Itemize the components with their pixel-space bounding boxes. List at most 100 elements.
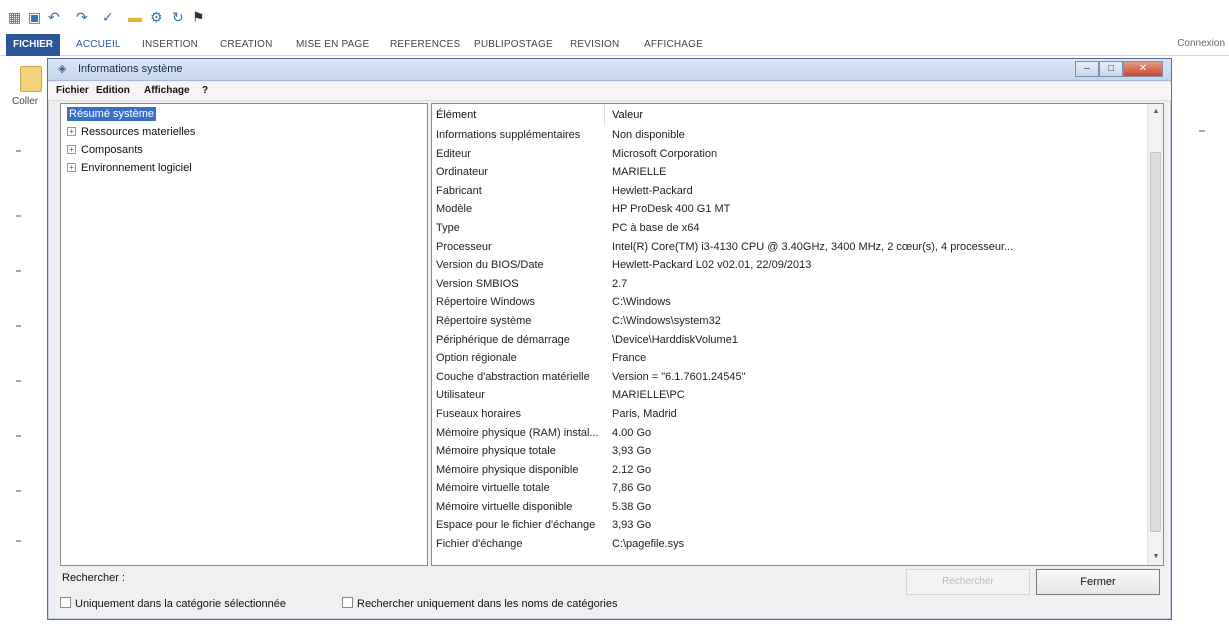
ribbon-divider [16, 490, 21, 492]
cell-value: 5.38 Go [612, 500, 652, 513]
tree-node-label: Composants [81, 144, 143, 156]
tree-node-label: Résumé système [69, 108, 154, 120]
table-row[interactable]: Modèle HP ProDesk 400 G1 MT [432, 200, 1148, 219]
table-row[interactable]: Version SMBIOS 2.7 [432, 275, 1148, 294]
tab-insertion[interactable]: INSERTION [142, 34, 198, 56]
expand-icon[interactable]: + [67, 127, 76, 136]
cell-value: MARIELLE [612, 166, 667, 179]
settings-icon[interactable]: ⚙ [150, 9, 163, 25]
menu-help[interactable]: ? [202, 85, 208, 96]
table-row[interactable]: Option régionale France [432, 349, 1148, 368]
table-row[interactable]: Périphérique de démarrage \Device\Harddis… [432, 331, 1148, 350]
table-row[interactable]: Répertoire Windows C:\Windows [432, 293, 1148, 312]
table-row[interactable]: Répertoire système C:\Windows\system32 [432, 312, 1148, 331]
menu-affichage[interactable]: Affichage [144, 85, 190, 96]
menu-fichier[interactable]: Fichier [56, 85, 89, 96]
cell-element: Fuseaux horaires [436, 407, 521, 420]
tab-mise-en-page[interactable]: MISE EN PAGE [296, 34, 369, 56]
minimize-button[interactable]: – [1075, 61, 1099, 77]
cell-element: Option régionale [436, 352, 517, 365]
cell-value: 4.00 Go [612, 426, 652, 439]
table-row[interactable]: Type PC à base de x64 [432, 219, 1148, 238]
checkbox-box[interactable] [60, 597, 71, 608]
tab-publipostage[interactable]: PUBLIPOSTAGE [474, 34, 553, 56]
tree-node-ressources-materielles[interactable]: + Ressources materielles [67, 125, 195, 139]
checkbox-category-names[interactable]: Rechercher uniquement dans les noms de c… [342, 597, 617, 610]
tab-accueil[interactable]: ACCUEIL [76, 34, 121, 56]
table-row[interactable]: Version du BIOS/Date Hewlett-Packard L02 … [432, 256, 1148, 275]
folder-icon[interactable]: ▬ [128, 9, 142, 25]
scroll-down-icon[interactable]: ▼ [1148, 549, 1163, 565]
cell-element: Mémoire physique disponible [436, 463, 579, 476]
table-row[interactable]: Mémoire physique (RAM) instal... 4.00 Go [432, 424, 1148, 443]
caption-buttons: – □ ✕ [1075, 61, 1163, 77]
table-row[interactable]: Mémoire physique disponible 2.12 Go [432, 461, 1148, 480]
paste-icon[interactable] [20, 66, 42, 92]
tree-node-composants[interactable]: + Composants [67, 143, 143, 157]
refresh-icon[interactable]: ↻ [172, 9, 184, 25]
table-row[interactable]: Couche d'abstraction matérielle Version =… [432, 368, 1148, 387]
expand-icon[interactable]: + [67, 163, 76, 172]
checkbox-box[interactable] [342, 597, 353, 608]
cell-element: Répertoire Windows [436, 296, 536, 309]
undo-icon[interactable]: ↶ [48, 9, 60, 25]
cell-element: Type [436, 221, 460, 234]
word-app-icon: ▦ [8, 9, 22, 25]
scroll-thumb[interactable] [1150, 152, 1161, 532]
table-row[interactable]: Mémoire virtuelle totale 7,86 Go [432, 479, 1148, 498]
table-row[interactable]: Fichier d'échange C:\pagefile.sys [432, 535, 1148, 554]
tab-creation[interactable]: CREATION [220, 34, 273, 56]
cell-element: Mémoire virtuelle totale [436, 482, 550, 495]
category-tree: Résumé système + Ressources materielles +… [60, 103, 428, 566]
save-icon[interactable]: ▣ [28, 9, 41, 25]
vertical-scrollbar[interactable]: ▲ ▼ [1147, 104, 1163, 565]
table-row[interactable]: Informations supplémentaires Non disponib… [432, 126, 1148, 145]
checkbox-label: Rechercher uniquement dans les noms de c… [357, 598, 618, 610]
table-row[interactable]: Editeur Microsoft Corporation [432, 145, 1148, 164]
cell-value: Non disponible [612, 129, 685, 141]
title-bar[interactable]: ◈ Informations système – □ ✕ [48, 59, 1171, 81]
scroll-up-icon[interactable]: ▲ [1148, 104, 1163, 120]
table-row[interactable]: Processeur Intel(R) Core(TM) i3-4130 CPU … [432, 238, 1148, 257]
redo-icon[interactable]: ↷ [76, 9, 88, 25]
system-info-icon: ◈ [58, 63, 67, 75]
cell-element: Répertoire système [436, 314, 532, 327]
tab-affichage[interactable]: AFFICHAGE [644, 34, 703, 56]
tree-node-resume-systeme[interactable]: Résumé système [67, 107, 156, 121]
find-icon[interactable]: ⚑ [192, 9, 205, 25]
tab-revision[interactable]: REVISION [570, 34, 619, 56]
table-row[interactable]: Mémoire virtuelle disponible 5.38 Go [432, 498, 1148, 517]
maximize-button[interactable]: □ [1099, 61, 1123, 77]
connexion-link[interactable]: Connexion [1177, 38, 1225, 49]
cell-value: HP ProDesk 400 G1 MT [612, 203, 731, 216]
ribbon-divider [16, 270, 21, 272]
table-row[interactable]: Mémoire physique totale 3,93 Go [432, 442, 1148, 461]
menu-edition[interactable]: Edition [96, 85, 130, 96]
cell-element: Mémoire physique (RAM) instal... [436, 426, 599, 439]
fermer-button[interactable]: Fermer [1036, 569, 1160, 595]
checkbox-selected-category[interactable]: Uniquement dans la catégorie sélectionné… [60, 597, 286, 610]
cell-element: Mémoire virtuelle disponible [436, 500, 573, 513]
column-header-element[interactable]: Élément [436, 109, 476, 121]
tree-node-environnement-logiciel[interactable]: + Environnement logiciel [67, 161, 192, 175]
table-row[interactable]: Ordinateur MARIELLE [432, 163, 1148, 182]
cell-element: Espace pour le fichier d'échange [436, 519, 596, 532]
spellcheck-icon[interactable]: ✓ [102, 9, 114, 25]
ruler-mark [1199, 130, 1205, 132]
menu-bar: Fichier Edition Affichage ? [48, 82, 1171, 101]
ribbon-divider [16, 540, 21, 542]
expand-icon[interactable]: + [67, 145, 76, 154]
search-button[interactable]: Rechercher [906, 569, 1030, 595]
table-row[interactable]: Fabricant Hewlett-Packard [432, 182, 1148, 201]
ribbon-divider [16, 215, 21, 217]
cell-element: Périphérique de démarrage [436, 333, 570, 346]
cell-element: Fabricant [436, 184, 482, 197]
column-header-value[interactable]: Valeur [612, 109, 643, 121]
tab-fichier[interactable]: FICHIER [6, 34, 60, 56]
column-divider[interactable] [604, 104, 605, 126]
table-row[interactable]: Utilisateur MARIELLE\PC [432, 386, 1148, 405]
table-row[interactable]: Espace pour le fichier d'échange 3,93 Go [432, 516, 1148, 535]
tab-references[interactable]: REFERENCES [390, 34, 460, 56]
table-row[interactable]: Fuseaux horaires Paris, Madrid [432, 405, 1148, 424]
close-window-button[interactable]: ✕ [1123, 61, 1163, 77]
